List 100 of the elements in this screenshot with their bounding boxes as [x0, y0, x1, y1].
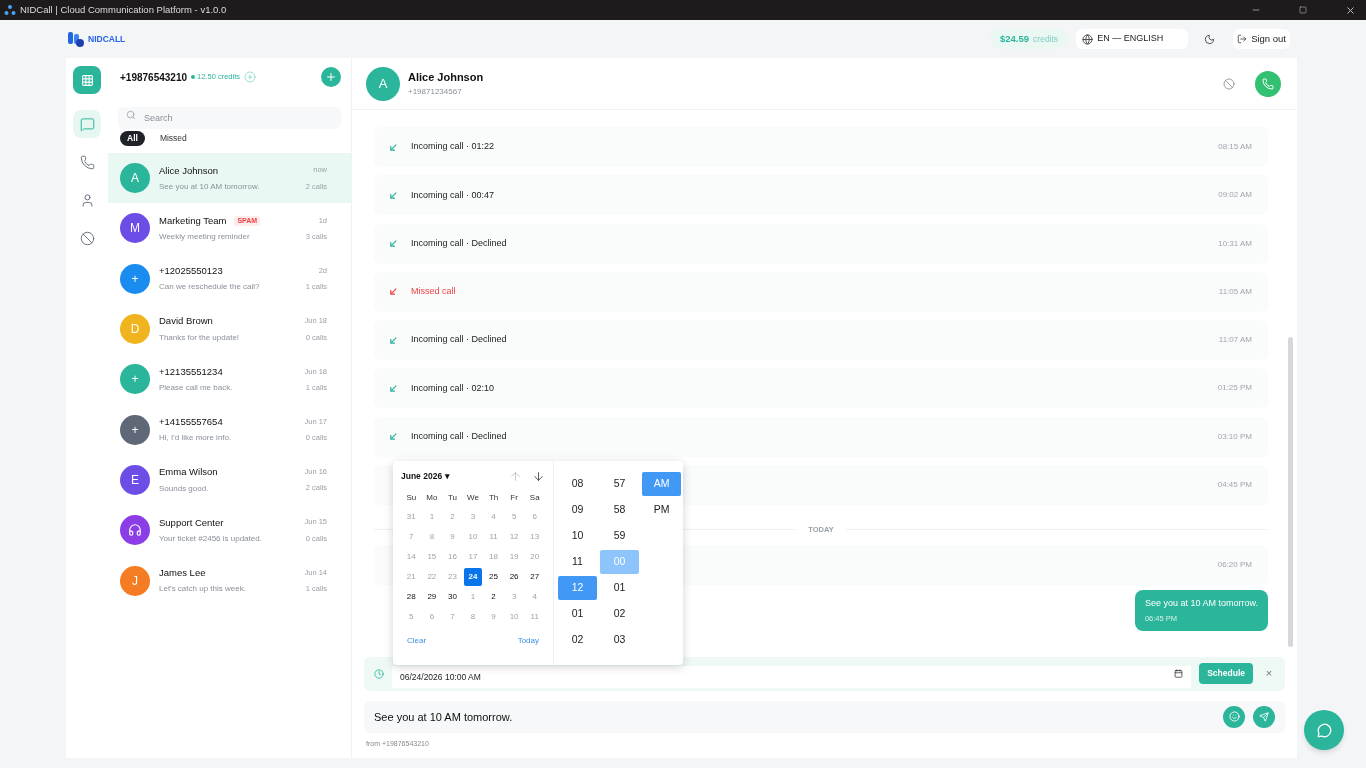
chat-icon	[79, 116, 95, 132]
smiley-icon	[1228, 711, 1240, 722]
contact-name: Marketing Team	[159, 213, 227, 228]
time-option[interactable]: PM	[642, 498, 681, 522]
weekday-label: Sa	[528, 492, 541, 504]
time-option[interactable]: 59	[600, 524, 639, 548]
filter-tab[interactable]: Missed	[152, 131, 194, 146]
time-option[interactable]: AM	[642, 472, 681, 496]
avatar: D	[120, 314, 150, 345]
call-button[interactable]	[1255, 70, 1281, 97]
avatar: +	[120, 414, 150, 445]
calendar-day[interactable]: 26	[504, 568, 524, 586]
message-preview: Please call me back.	[159, 381, 234, 394]
time-option[interactable]: 00	[600, 550, 639, 574]
time-option[interactable]: 01	[558, 602, 597, 626]
avatar: E	[120, 464, 150, 495]
time-option[interactable]: 02	[558, 628, 597, 652]
contact-avatar: A	[366, 66, 400, 101]
nidcall-logo: NIDCALL	[66, 30, 126, 48]
call-time: 06:20 PM	[1217, 559, 1252, 572]
chat-contact-name: Alice Johnson	[408, 70, 484, 86]
calendar-day[interactable]: 25	[484, 568, 503, 586]
add-credits-icon[interactable]	[244, 71, 256, 83]
next-month-icon[interactable]	[532, 469, 545, 483]
time-option[interactable]: 01	[600, 576, 639, 600]
contact-name: +12025550123	[159, 264, 223, 279]
time-option[interactable]: 10	[558, 524, 597, 548]
time-option[interactable]: 03	[600, 628, 639, 652]
message-input[interactable]: See you at 10 AM tomorrow.	[364, 700, 1285, 733]
app-logo-icon	[4, 4, 16, 16]
chat-support-button[interactable]	[1304, 710, 1344, 750]
message-preview: Let's catch up this week.	[159, 583, 247, 596]
call-time: 03:10 PM	[1217, 430, 1252, 443]
globe-icon	[1082, 33, 1094, 45]
calendar-icon[interactable]	[1174, 668, 1184, 678]
incoming-arrow-icon	[390, 288, 397, 296]
schedule-date-field[interactable]: 06/24/2026 10:00 AM	[392, 665, 1192, 688]
contact-name: David Brown	[159, 314, 213, 329]
plus-icon	[325, 71, 337, 83]
calendar-day[interactable]: 27	[525, 568, 544, 586]
weekday-label: Fr	[509, 492, 519, 504]
previous-month-icon[interactable]	[509, 469, 522, 483]
calendar-day[interactable]: 28	[402, 588, 421, 606]
balance-unit: credits	[1033, 32, 1059, 46]
message-preview: Weekly meeting reminder	[159, 231, 251, 244]
contact-name: Support Center	[159, 515, 224, 530]
avatar: +	[120, 364, 150, 395]
message-text: See you at 10 AM tomorrow.	[1144, 596, 1258, 610]
call-label: Incoming call · Declined	[411, 236, 507, 250]
person-icon	[79, 192, 95, 208]
close-schedule-button[interactable]: ×	[1263, 665, 1275, 682]
time-option[interactable]: 02	[600, 602, 639, 626]
clear-link[interactable]: Clear	[407, 635, 427, 647]
scrollbar[interactable]	[1288, 337, 1293, 647]
time-option[interactable]: 57	[600, 472, 639, 496]
calendar-day[interactable]: 24	[463, 568, 483, 586]
call-label: Incoming call · 01:22	[411, 140, 495, 154]
call-label: Incoming call · 02:10	[411, 381, 495, 395]
incoming-arrow-icon	[390, 433, 397, 441]
calendar-day[interactable]: 30	[443, 588, 462, 606]
time-option[interactable]: 11	[558, 550, 597, 574]
restore-icon[interactable]	[1299, 6, 1307, 14]
phone-icon	[1262, 77, 1274, 90]
time-option[interactable]: 08	[558, 472, 597, 496]
dialpad-button[interactable]	[73, 66, 101, 94]
schedule-button[interactable]: Schedule	[1199, 663, 1253, 684]
calendar-day[interactable]: 29	[422, 588, 442, 606]
message-preview: Thanks for the update!	[159, 331, 241, 344]
contact-name: James Lee	[159, 565, 206, 580]
search-field[interactable]: Search	[118, 107, 341, 129]
call-time: 04:45 PM	[1217, 479, 1252, 492]
time-option[interactable]: 12	[558, 576, 597, 600]
incoming-arrow-icon	[390, 143, 397, 151]
logo-mark-icon	[66, 30, 86, 48]
filter-tab[interactable]: All	[120, 131, 145, 146]
window-title: NIDCall | Cloud Communication Platform - v1.0.0	[20, 2, 227, 17]
weekday-label: Th	[487, 492, 500, 504]
call-time: 08:15 AM	[1218, 141, 1252, 153]
language-selector[interactable]: EN — ENGLISH	[1076, 29, 1189, 49]
calendar-day[interactable]: 2	[484, 588, 503, 606]
close-icon[interactable]	[1345, 4, 1356, 16]
weekday-label: We	[466, 492, 480, 504]
incoming-arrow-icon	[390, 336, 397, 344]
theme-toggle-icon[interactable]	[1204, 33, 1216, 45]
chat-nav-button[interactable]	[73, 110, 101, 138]
time-option[interactable]: 09	[558, 498, 597, 522]
block-icon	[79, 230, 95, 246]
block-icon[interactable]	[1223, 77, 1235, 90]
sign-out-button[interactable]: Sign out	[1233, 29, 1290, 49]
chat-bubble-icon	[1316, 722, 1332, 738]
today-link[interactable]: Today	[517, 635, 539, 647]
avatar: J	[120, 565, 150, 596]
call-time: 09:02 AM	[1218, 189, 1252, 202]
incoming-arrow-icon	[390, 385, 397, 392]
time-option[interactable]: 58	[600, 498, 639, 522]
month-selector[interactable]: June 2026 ▾	[401, 469, 450, 483]
incoming-arrow-icon	[390, 191, 397, 199]
new-contact-button[interactable]	[321, 67, 341, 87]
message-preview: Can we reschedule the call?	[159, 281, 261, 294]
grid-icon	[80, 73, 94, 87]
